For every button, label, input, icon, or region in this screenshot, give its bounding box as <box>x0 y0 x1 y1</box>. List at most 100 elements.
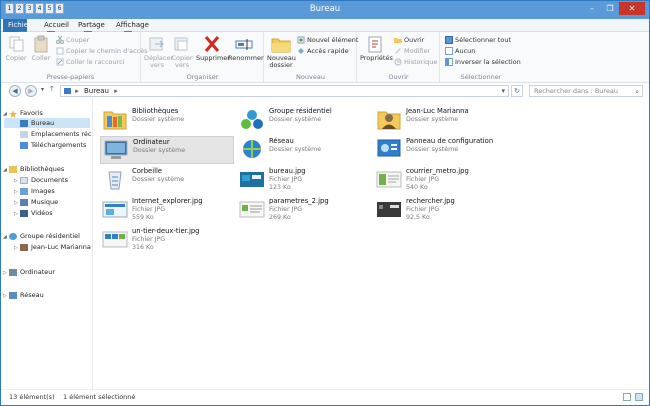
nav-network[interactable]: Réseau <box>9 290 44 300</box>
invert-selection-button[interactable]: Inverser la sélection <box>445 57 521 66</box>
nav-images[interactable]: Images <box>20 186 55 196</box>
file-item[interactable]: Ordinateur Dossier système <box>100 136 234 164</box>
star-icon <box>9 109 17 118</box>
file-item[interactable]: Internet_explorer.jpg Fichier JPG 559 Ko <box>102 197 232 229</box>
group-open: Propriétés Ouvrir Modifier Historique Ou… <box>358 32 440 83</box>
file-item[interactable]: Panneau de configuration Dossier système <box>376 137 526 165</box>
collapse-favorites-icon[interactable]: ◢ <box>3 111 7 117</box>
expand-videos-icon[interactable]: ▷ <box>14 211 18 217</box>
minimize-button[interactable]: – <box>583 2 601 15</box>
search-input[interactable]: Rechercher dans : Bureau ⌕ <box>529 85 643 97</box>
folder-icon <box>271 35 291 53</box>
expand-images-icon[interactable]: ▷ <box>14 189 18 195</box>
modify-button[interactable]: Modifier <box>394 46 430 55</box>
file-item[interactable]: un-tier-deux-tier.jpg Fichier JPG 316 Ko <box>102 227 232 259</box>
recent-locations-chevron-icon[interactable]: ▾ <box>41 86 44 93</box>
navigation-pane: ◢ Favoris Bureau Emplacements récents Té… <box>1 99 93 389</box>
back-button[interactable]: ◀ <box>9 85 21 97</box>
nav-user[interactable]: Jean-Luc Marianna <box>20 242 91 252</box>
nav-downloads[interactable]: Téléchargements <box>20 140 86 150</box>
copy-path-button[interactable]: Copier le chemin d'accès <box>56 46 148 55</box>
expand-network-icon[interactable]: ▷ <box>3 293 7 299</box>
file-type: Dossier système <box>269 145 322 153</box>
details-view-icon[interactable] <box>623 393 631 401</box>
file-name: courrier_metro.jpg <box>406 167 469 175</box>
forward-button[interactable]: ▶ <box>25 85 37 97</box>
tab-home[interactable]: Accueil <box>39 19 74 32</box>
invert-selection-icon <box>445 57 453 66</box>
image-thumbnail-icon <box>239 197 265 221</box>
edit-icon <box>394 47 402 55</box>
collapse-homegroup-icon[interactable]: ◢ <box>3 234 7 240</box>
file-item[interactable]: Jean-Luc Marianna Dossier système <box>376 107 506 135</box>
paste-button[interactable]: Coller <box>29 35 53 62</box>
copy-button[interactable]: Copier <box>5 35 27 62</box>
paste-shortcut-button[interactable]: Coller le raccourci <box>56 57 125 66</box>
nav-recent-label: Emplacements récents <box>31 130 92 138</box>
expand-user-icon[interactable]: ▷ <box>14 245 18 251</box>
status-bar: 13 élément(s) 1 élément sélectionné <box>1 389 649 405</box>
file-name: Groupe résidentiel <box>269 107 332 115</box>
new-folder-button[interactable]: Nouveau dossier <box>267 35 296 69</box>
history-button[interactable]: Historique <box>394 57 437 66</box>
expand-music-icon[interactable]: ▷ <box>14 200 18 206</box>
file-item[interactable]: Réseau Dossier système <box>239 137 369 165</box>
address-field[interactable]: ▸ Bureau ▸ ▾ <box>60 85 509 97</box>
file-item[interactable]: Corbeille Dossier système <box>102 167 232 195</box>
maximize-button[interactable]: ❐ <box>601 2 619 15</box>
nav-music[interactable]: Musique <box>20 197 58 207</box>
file-item[interactable]: parametres_2.jpg Fichier JPG 269 Ko <box>239 197 369 229</box>
file-type: Dossier système <box>406 145 459 153</box>
select-none-button[interactable]: Aucun <box>445 46 475 55</box>
file-name: Corbeille <box>132 167 163 175</box>
modify-label: Modifier <box>404 46 431 55</box>
window-title: Bureau <box>309 4 341 14</box>
file-type: Fichier JPG <box>406 175 440 183</box>
expand-documents-icon[interactable]: ▷ <box>14 178 18 184</box>
large-icons-view-icon[interactable] <box>635 393 643 401</box>
file-item[interactable]: bureau.jpg Fichier JPG 123 Ko <box>239 167 369 199</box>
cut-button[interactable]: Couper <box>56 35 89 44</box>
select-all-button[interactable]: Sélectionner tout <box>445 35 511 44</box>
move-to-button[interactable]: Déplacer vers <box>144 35 173 69</box>
nav-computer[interactable]: Ordinateur <box>9 267 55 277</box>
copy-to-button[interactable]: Copier vers <box>170 35 194 69</box>
breadcrumb-current[interactable]: Bureau <box>84 87 109 95</box>
expand-computer-icon[interactable]: ▷ <box>3 270 7 276</box>
file-item[interactable]: courrier_metro.jpg Fichier JPG 540 Ko <box>376 167 506 199</box>
file-item[interactable]: Groupe résidentiel Dossier système <box>239 107 369 135</box>
up-arrow-icon[interactable]: ↑ <box>49 85 55 93</box>
delete-button[interactable]: Supprimer <box>196 35 230 62</box>
file-item[interactable]: rechercher.jpg Fichier JPG 92,5 Ko <box>376 197 506 229</box>
file-size: 559 Ko <box>132 213 154 221</box>
nav-documents[interactable]: Documents <box>20 175 68 185</box>
easy-access-button[interactable]: Accès rapide <box>297 46 349 55</box>
nav-favorites[interactable]: Favoris <box>9 108 43 118</box>
properties-button[interactable]: Propriétés <box>360 35 393 62</box>
collapse-libraries-icon[interactable]: ◢ <box>3 167 7 173</box>
file-type: Dossier système <box>132 115 185 123</box>
open-button[interactable]: Ouvrir <box>394 35 424 44</box>
rename-button[interactable]: Renommer <box>228 35 264 62</box>
nav-homegroup[interactable]: Groupe résidentiel <box>9 231 80 241</box>
group-clipboard: Copier Coller Couper Copier le chemin d'… <box>1 32 148 83</box>
image-thumbnail-icon <box>376 167 402 191</box>
videos-icon <box>20 209 28 217</box>
file-list: Bibliothèques Dossier système Groupe rés… <box>94 99 649 389</box>
nav-libraries[interactable]: Bibliothèques <box>9 164 64 174</box>
nav-desktop[interactable]: Bureau <box>4 118 90 128</box>
select-none-icon <box>445 46 453 55</box>
new-item-button[interactable]: Nouvel élément <box>297 35 358 44</box>
nav-recent[interactable]: Emplacements récents <box>20 129 92 139</box>
nav-videos[interactable]: Vidéos <box>20 208 53 218</box>
ribbon-tabs: Fichier F Accueil H Partage S Affichage … <box>1 19 649 40</box>
path-icon <box>56 47 64 55</box>
refresh-button[interactable]: ↻ <box>511 85 523 97</box>
tab-view[interactable]: Affichage <box>111 19 154 32</box>
breadcrumb-chevron-icon[interactable]: ▸ <box>114 87 118 95</box>
explorer-window: 1 2 3 4 5 6 Bureau – ❐ ✕ Fichier F Accue… <box>0 0 650 406</box>
file-item[interactable]: Bibliothèques Dossier système <box>102 107 232 135</box>
easy-access-icon <box>297 47 305 55</box>
address-dropdown-icon[interactable]: ▾ <box>501 86 505 96</box>
close-button[interactable]: ✕ <box>619 2 645 15</box>
